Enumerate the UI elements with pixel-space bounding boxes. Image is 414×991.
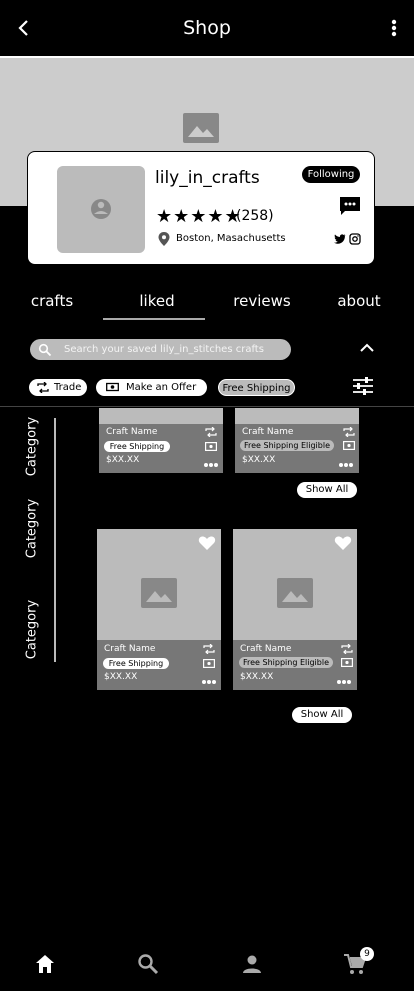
cash-icon (203, 659, 215, 668)
search-icon[interactable] (136, 952, 160, 976)
chat-icon[interactable] (339, 196, 361, 216)
more-horizontal-icon[interactable] (338, 462, 354, 468)
image-placeholder-icon (141, 578, 177, 608)
product-price: $XX.XX (106, 455, 140, 465)
instagram-icon[interactable] (349, 233, 361, 245)
shop-username: lily_in_crafts (155, 168, 260, 188)
category-tab[interactable]: Category (25, 407, 40, 487)
product-name: Craft Name (240, 644, 292, 654)
filter-shipping-chip[interactable]: Free Shipping (218, 379, 295, 396)
back-chevron-icon[interactable] (12, 14, 36, 42)
trade-icon (343, 427, 355, 437)
product-price: $XX.XX (104, 672, 138, 682)
trade-icon (341, 644, 353, 654)
search-icon (38, 343, 52, 357)
tab-crafts[interactable]: crafts (22, 292, 82, 310)
filter-offer-chip[interactable]: Make an Offer (96, 379, 207, 396)
rating-count: (258) (236, 208, 274, 224)
more-horizontal-icon[interactable] (336, 679, 352, 685)
product-name: Craft Name (242, 427, 294, 437)
filter-trade-chip[interactable]: Trade (29, 379, 87, 396)
category-tab[interactable]: Category (25, 590, 40, 670)
active-tab-indicator (103, 318, 205, 320)
category-tab[interactable]: Category (25, 489, 40, 569)
profile-icon[interactable] (240, 952, 264, 976)
cash-icon (205, 442, 217, 451)
image-placeholder-icon (277, 578, 313, 608)
chevron-up-icon[interactable] (358, 340, 376, 356)
rating-stars: ★★★★★ (156, 206, 242, 227)
trade-icon (37, 382, 49, 393)
location-pin-icon (158, 232, 170, 246)
more-horizontal-icon[interactable] (201, 679, 217, 685)
tab-about[interactable]: about (332, 292, 386, 310)
trade-icon (205, 427, 217, 437)
product-price: $XX.XX (240, 672, 274, 682)
category-rail-line (54, 418, 56, 662)
filter-trade-label: Trade (54, 382, 82, 393)
tab-reviews[interactable]: reviews (226, 292, 298, 310)
divider (0, 406, 414, 407)
twitter-icon[interactable] (334, 233, 346, 245)
heart-icon[interactable] (198, 535, 216, 551)
show-all-button[interactable]: Show All (297, 482, 357, 498)
cash-icon (341, 658, 353, 667)
image-placeholder-icon (183, 113, 219, 143)
top-bar (0, 0, 414, 58)
tab-liked[interactable]: liked (122, 292, 192, 310)
home-icon[interactable] (33, 952, 57, 976)
avatar (57, 166, 145, 253)
show-all-button[interactable]: Show All (292, 707, 352, 723)
shipping-badge: Free Shipping Eligible (239, 657, 333, 668)
more-vertical-icon[interactable] (384, 14, 404, 42)
cart-count-badge: 9 (360, 947, 374, 961)
shipping-badge: Free Shipping (103, 658, 169, 669)
shop-location: Boston, Masachusetts (176, 233, 286, 244)
filter-offer-label: Make an Offer (126, 382, 197, 393)
filter-shipping-label: Free Shipping (222, 383, 291, 394)
product-price: $XX.XX (242, 455, 276, 465)
search-input[interactable] (56, 339, 286, 360)
cash-icon (343, 441, 355, 450)
following-button[interactable]: Following (302, 166, 360, 183)
cash-icon (106, 382, 119, 392)
shipping-badge: Free Shipping Eligible (240, 440, 334, 451)
filter-sliders-icon[interactable] (352, 376, 374, 396)
trade-icon (203, 644, 215, 654)
heart-icon[interactable] (334, 535, 352, 551)
product-name: Craft Name (104, 644, 156, 654)
shipping-badge: Free Shipping (104, 441, 170, 452)
product-name: Craft Name (106, 427, 158, 437)
more-horizontal-icon[interactable] (203, 462, 219, 468)
